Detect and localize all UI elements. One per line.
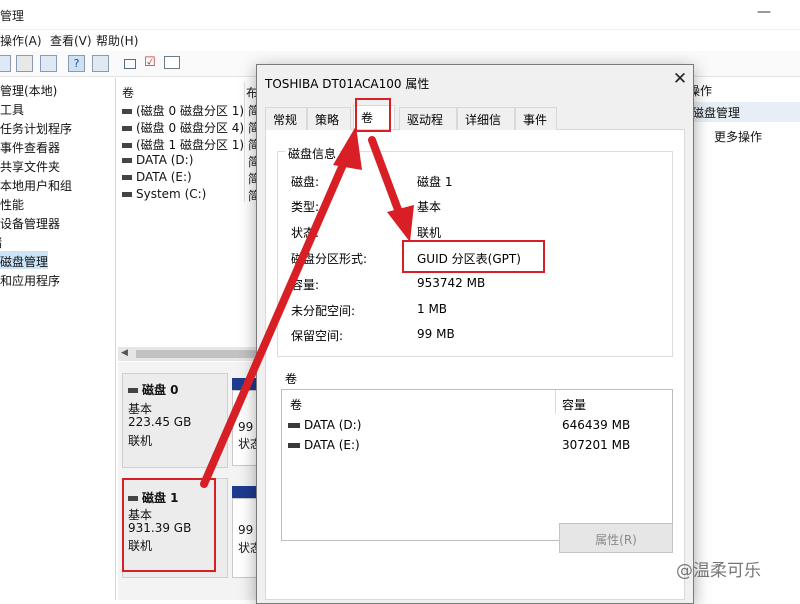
arrow-head-gpt [387, 205, 414, 242]
arrow-tab-to-gpt [368, 136, 404, 219]
watermark: @温柔可乐 [676, 561, 761, 581]
annotation-arrows [200, 126, 414, 488]
arrow-head-tab [333, 126, 362, 170]
arrow-disk-to-tab [200, 156, 349, 488]
